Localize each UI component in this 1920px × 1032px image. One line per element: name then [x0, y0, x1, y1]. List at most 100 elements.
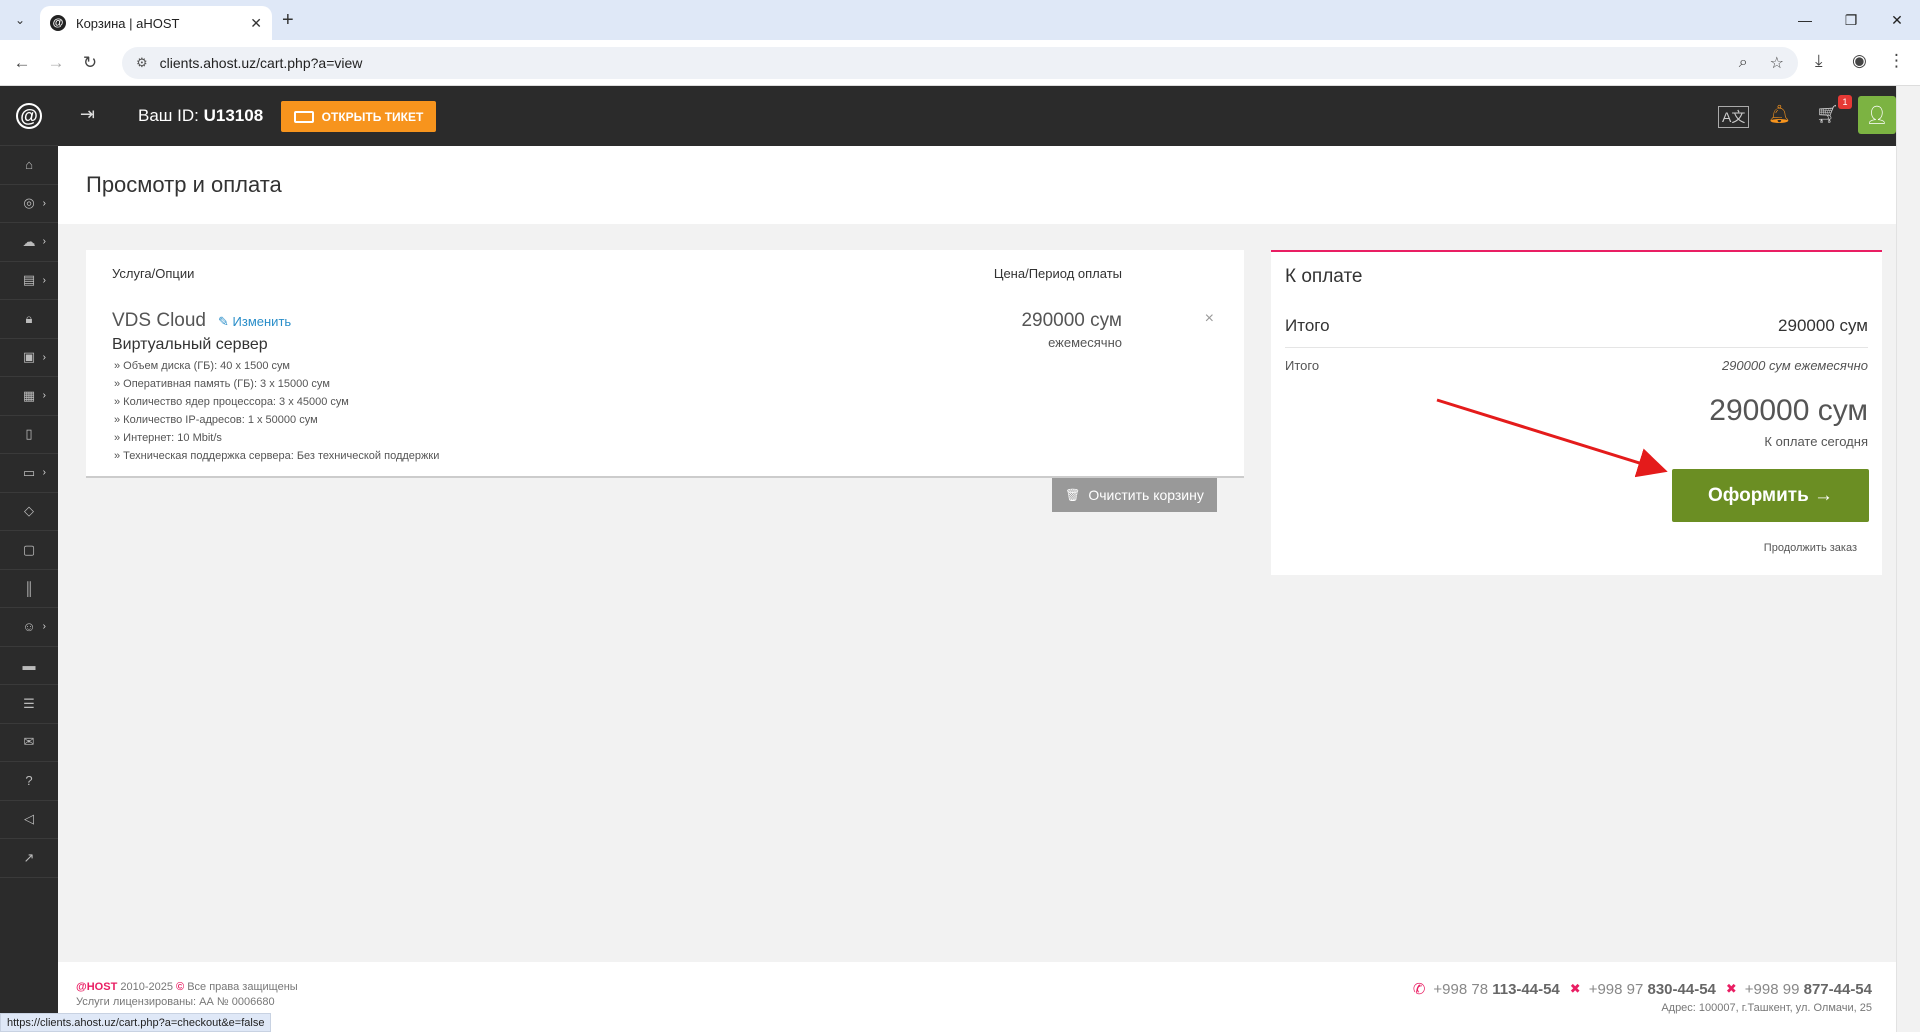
server-icon: ▤: [22, 272, 36, 288]
mail-icon: ✉: [23, 734, 35, 750]
user-id-caption: Ваш ID:: [138, 106, 199, 125]
sidebar-item-storage[interactable]: ▣ ›: [0, 339, 58, 377]
sidebar-item-affiliate[interactable]: ◇: [0, 493, 58, 531]
product-option: » Объем диска (ГБ): 40 x 1500 сум: [114, 360, 290, 372]
subtotal-value: 290000 сум: [1778, 316, 1868, 335]
browser-tab[interactable]: @ Корзина | aHOST ✕: [40, 6, 272, 40]
user-settings-button[interactable]: 👤︎: [1858, 96, 1896, 134]
site-info-icon[interactable]: ⚙: [136, 55, 148, 71]
app-header: ⇥ Ваш ID: U13108 ОТКРЫТЬ ТИКЕТ A文 🔔︎ 🛒︎ …: [58, 86, 1896, 146]
copyright-icon: ©: [176, 981, 185, 993]
sidebar-item-invoices[interactable]: ▯: [0, 416, 58, 454]
product-option: » Количество ядер процессора: 3 x 45000 …: [114, 396, 349, 408]
order-summary: К оплате Итого 290000 сум Итого 290000 с…: [1271, 250, 1882, 575]
bookmark-star-icon[interactable]: ☆: [1770, 53, 1784, 73]
reload-icon[interactable]: ↻: [78, 51, 102, 75]
sidebar-item-home[interactable]: ⌂: [0, 146, 58, 185]
summary-title: К оплате: [1285, 266, 1363, 287]
address-bar[interactable]: ⚙ clients.ahost.uz/cart.php?a=view ⌕ ☆: [122, 47, 1798, 79]
sidebar-item-account[interactable]: ☺ ›: [0, 608, 58, 647]
product-group: Виртуальный сервер: [112, 336, 268, 353]
separator-icon: ✖: [1569, 981, 1581, 996]
user-id-value: U13108: [203, 106, 264, 125]
download-icon[interactable]: ⤓: [1815, 51, 1823, 71]
bell-icon[interactable]: 🔔︎: [1768, 104, 1791, 125]
clear-cart-button[interactable]: 🗑︎ Очистить корзину: [1052, 478, 1217, 512]
logo[interactable]: @: [0, 86, 58, 146]
sidebar-item-payments[interactable]: ▬: [0, 647, 58, 685]
chevron-right-icon: ›: [42, 197, 46, 209]
document-icon: ▢: [22, 541, 36, 557]
sidebar-item-ssl[interactable]: 🔒︎: [0, 300, 58, 339]
product-option: » Интернет: 10 Mbit/s: [114, 432, 222, 444]
back-icon[interactable]: ←: [10, 51, 34, 75]
restore-icon[interactable]: ❐: [1828, 0, 1874, 40]
sidebar-item-domains[interactable]: ◎ ›: [0, 185, 58, 223]
zoom-icon[interactable]: ⌕: [1739, 54, 1748, 72]
sidebar-item-external[interactable]: ↗: [0, 839, 58, 878]
profile-icon[interactable]: ◉: [1852, 51, 1867, 71]
new-tab-icon[interactable]: +: [282, 9, 294, 32]
copyright-years: 2010-2025: [120, 981, 173, 993]
page-scrollbar[interactable]: [1896, 86, 1920, 1032]
tab-close-icon[interactable]: ✕: [250, 15, 262, 32]
browser-menu-icon[interactable]: ⋮: [1888, 51, 1905, 71]
column-header-service: Услуга/Опции: [112, 266, 195, 281]
language-icon[interactable]: A文: [1718, 106, 1750, 128]
open-ticket-button[interactable]: ОТКРЫТЬ ТИКЕТ: [281, 101, 436, 132]
external-link-icon: ↗: [23, 849, 35, 865]
sidebar-item-servers[interactable]: ▤ ›: [0, 262, 58, 300]
footer-brand: @HOST: [76, 981, 118, 993]
edit-product-link[interactable]: ✎ Изменить: [218, 314, 291, 330]
list-icon: ☰: [23, 695, 35, 711]
due-today-label: К оплате сегодня: [1764, 434, 1868, 449]
minimize-icon[interactable]: —: [1782, 0, 1828, 40]
globe-icon: ◎: [23, 195, 35, 211]
edit-label: Изменить: [232, 314, 292, 329]
total-due: 290000 сум: [1709, 394, 1868, 427]
cart-count-badge: 1: [1838, 95, 1852, 109]
sidebar-item-documents[interactable]: ▢: [0, 531, 58, 570]
phone-number[interactable]: +998 97 830-44-54: [1589, 981, 1716, 998]
phone-prefix: +998 78: [1433, 980, 1489, 998]
sidebar-item-cloud[interactable]: ☁ ›: [0, 223, 58, 262]
sidebar-item-billing[interactable]: ▭ ›: [0, 454, 58, 493]
phone-number[interactable]: +998 99 877-44-54: [1745, 981, 1872, 998]
sidebar-item-products[interactable]: ▦ ›: [0, 377, 58, 416]
url-text[interactable]: clients.ahost.uz/cart.php?a=view: [160, 55, 1717, 71]
phone-number[interactable]: +998 78 113-44-54: [1433, 981, 1559, 998]
app-sidebar: @ ⌂ ◎ › ☁ › ▤ › 🔒︎ ▣ › ▦ › ▯ ▭ › ◇ ▢ ║ ☺ › ▬ ☰ …: [0, 86, 58, 1032]
books-icon: ║: [24, 580, 34, 596]
rights-text: Все права защищены: [187, 981, 298, 993]
help-icon: ?: [25, 773, 33, 789]
phone-digits: 113-44-54: [1492, 980, 1560, 998]
tab-list-chevron-icon[interactable]: ⌄: [8, 8, 32, 32]
remove-item-icon[interactable]: ×: [1205, 310, 1214, 328]
clear-cart-label: Очистить корзину: [1088, 487, 1204, 503]
card-icon: ▬: [22, 657, 36, 673]
forward-icon[interactable]: →: [44, 51, 68, 75]
wallet-icon: ▭: [22, 464, 36, 480]
column-header-price: Цена/Период оплаты: [993, 266, 1122, 281]
continue-shopping-link[interactable]: Продолжить заказ: [1764, 542, 1857, 554]
sidebar-item-mail[interactable]: ✉: [0, 724, 58, 762]
sidebar-item-orders[interactable]: ☰: [0, 685, 58, 724]
close-window-icon[interactable]: ✕: [1874, 0, 1920, 40]
home-icon: ⌂: [25, 157, 33, 173]
megaphone-icon: ◁: [24, 811, 34, 827]
box-icon: ▦: [22, 387, 36, 403]
recurring-label: Итого: [1285, 358, 1320, 373]
cart-icon[interactable]: 🛒︎: [1816, 104, 1839, 125]
open-ticket-label: ОТКРЫТЬ ТИКЕТ: [321, 109, 424, 124]
sidebar-item-knowledgebase[interactable]: ║: [0, 570, 58, 608]
trash-icon: 🗑︎: [1065, 488, 1081, 502]
user-gear-icon: 👤︎: [1865, 104, 1889, 125]
checkout-button[interactable]: Оформить →: [1672, 469, 1869, 522]
sidebar-item-announcements[interactable]: ◁: [0, 801, 58, 839]
collapse-sidebar-icon[interactable]: ⇥: [80, 104, 95, 125]
phone-list: ✆ +998 78 113-44-54 ✖ +998 97 830-44-54 …: [1413, 980, 1872, 999]
subtotal-row: Итого 290000 сум: [1285, 314, 1868, 348]
chevron-right-icon: ›: [42, 274, 46, 286]
sidebar-item-help[interactable]: ?: [0, 762, 58, 801]
subtotal-label: Итого: [1285, 316, 1330, 335]
